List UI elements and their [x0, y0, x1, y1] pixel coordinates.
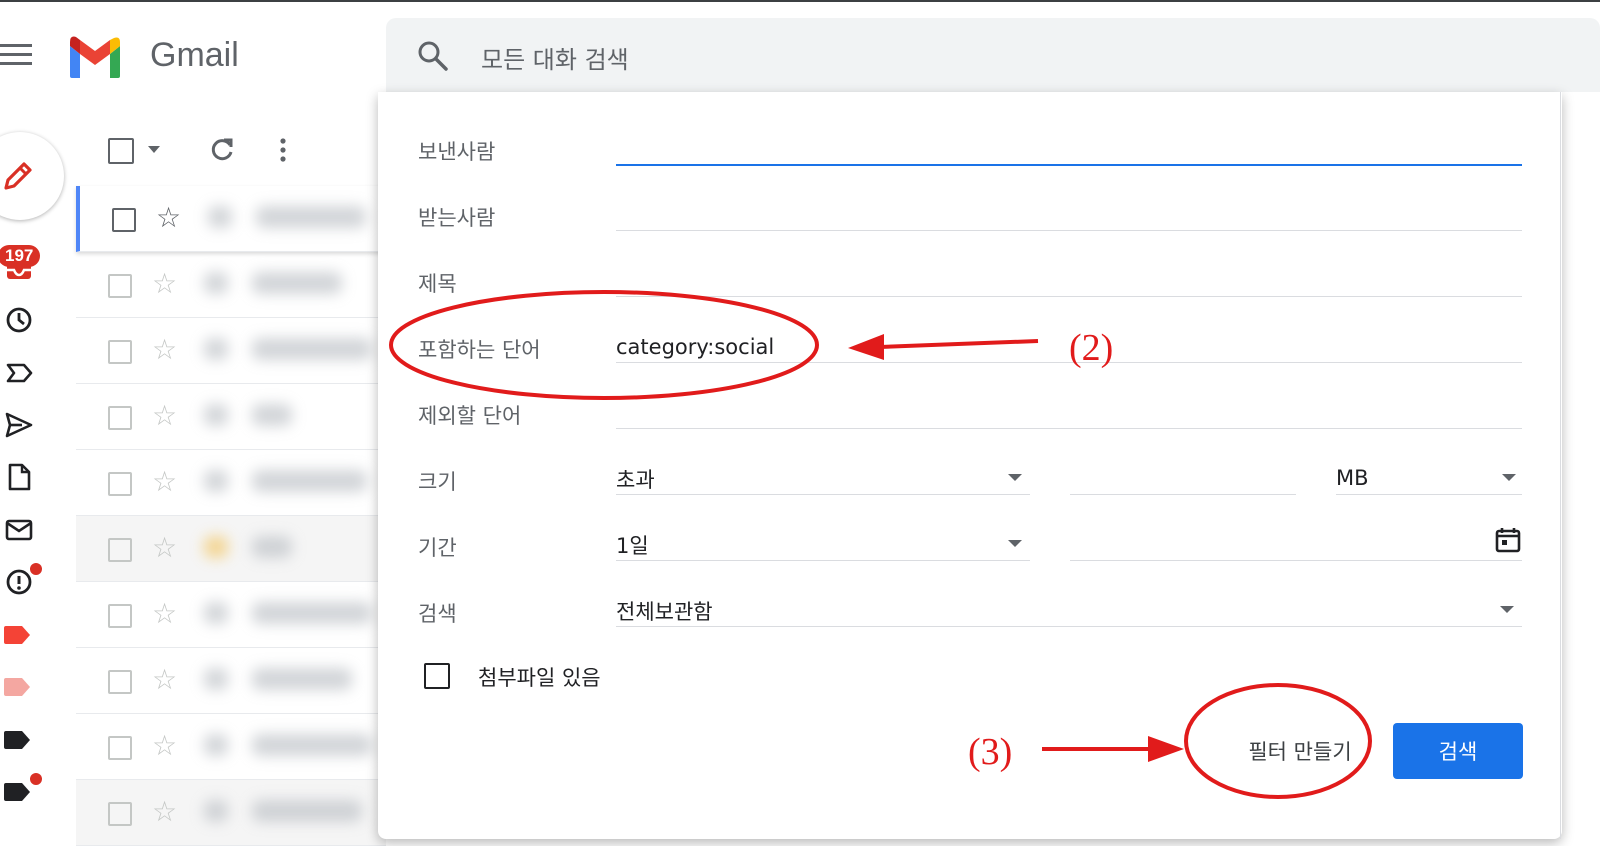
star-icon[interactable]: ☆ [152, 798, 177, 826]
star-icon[interactable]: ☆ [152, 336, 177, 364]
date-range-select[interactable]: 1일 [616, 520, 1030, 561]
main-menu-icon[interactable] [0, 44, 32, 66]
star-icon[interactable]: ☆ [152, 600, 177, 628]
star-icon[interactable]: ☆ [152, 402, 177, 430]
inbox-unread-badge: 197 [0, 245, 41, 267]
email-row[interactable]: ☆ [76, 252, 386, 318]
row-checkbox[interactable] [108, 538, 132, 562]
to-label: 받는사람 [418, 206, 496, 230]
size-operator-select[interactable]: 초과 [616, 454, 1030, 495]
from-field[interactable] [616, 124, 1522, 166]
size-label: 크기 [418, 470, 457, 494]
row-checkbox[interactable] [108, 736, 132, 760]
date-label: 기간 [418, 536, 457, 560]
date-value-field[interactable] [1070, 520, 1522, 561]
row-checkbox[interactable] [108, 340, 132, 364]
has-attachment-label[interactable]: 첨부파일 있음 [478, 662, 601, 692]
search-in-label: 검색 [418, 602, 457, 626]
app-name: Gmail [150, 36, 239, 74]
doesnt-have-label: 제외할 단어 [418, 404, 522, 428]
search-icon[interactable] [417, 40, 449, 72]
label-dark-2-icon[interactable] [4, 783, 30, 801]
chevron-down-icon [1500, 606, 1514, 613]
row-checkbox[interactable] [108, 406, 132, 430]
spam-notification-dot [30, 563, 42, 575]
star-icon[interactable]: ☆ [152, 666, 177, 694]
select-all-checkbox[interactable] [108, 138, 134, 164]
search-input[interactable]: 모든 대화 검색 [481, 40, 629, 75]
subject-label: 제목 [418, 272, 457, 296]
from-label: 보낸사람 [418, 140, 496, 164]
gmail-logo-icon[interactable] [66, 34, 124, 80]
email-row[interactable]: ☆ [76, 384, 386, 450]
email-list: ☆ ☆ ☆ ☆ ☆ ☆ ☆ ☆ ☆ ☆ [76, 186, 390, 846]
row-checkbox[interactable] [108, 472, 132, 496]
compose-button[interactable] [0, 132, 64, 220]
chevron-down-icon [1008, 474, 1022, 481]
window-top-border [0, 0, 1600, 2]
advanced-search-panel: 보낸사람 받는사람 제목 포함하는 단어 category:social 제외할… [378, 92, 1562, 839]
search-button[interactable]: 검색 [1393, 723, 1523, 779]
star-icon[interactable]: ☆ [156, 204, 181, 232]
email-row[interactable]: ☆ [76, 714, 386, 780]
row-checkbox[interactable] [112, 208, 136, 232]
email-row[interactable]: ☆ [76, 582, 386, 648]
refresh-icon[interactable] [208, 136, 236, 164]
has-attachment-checkbox[interactable] [424, 663, 450, 689]
sent-icon[interactable] [4, 410, 34, 440]
spam-icon[interactable] [4, 567, 34, 597]
drafts-icon[interactable] [4, 462, 34, 492]
email-row[interactable]: ☆ [76, 186, 390, 252]
size-unit-select[interactable]: MB [1336, 454, 1522, 495]
has-words-label: 포함하는 단어 [418, 338, 541, 362]
all-mail-icon[interactable] [4, 515, 34, 545]
row-checkbox[interactable] [108, 670, 132, 694]
email-row[interactable]: ☆ [76, 780, 386, 846]
star-icon[interactable]: ☆ [152, 270, 177, 298]
chevron-down-icon [1502, 474, 1516, 481]
star-icon[interactable]: ☆ [152, 468, 177, 496]
label-pink-icon[interactable] [4, 678, 30, 696]
calendar-icon[interactable] [1494, 526, 1522, 554]
select-dropdown-icon[interactable] [148, 146, 160, 153]
search-in-select[interactable]: 전체보관함 [616, 586, 1522, 627]
email-row[interactable]: ☆ [76, 450, 386, 516]
email-row[interactable]: ☆ [76, 318, 386, 384]
annotation-step-2: (2) [1069, 327, 1114, 369]
row-checkbox[interactable] [108, 274, 132, 298]
annotation-step-3: (3) [968, 731, 1013, 773]
subject-field[interactable] [616, 256, 1522, 297]
doesnt-have-field[interactable] [616, 388, 1522, 429]
row-checkbox[interactable] [108, 802, 132, 826]
size-value-field[interactable] [1070, 454, 1296, 495]
label-notification-dot [30, 773, 42, 785]
email-row[interactable]: ☆ [76, 516, 386, 582]
chevron-down-icon [1008, 540, 1022, 547]
important-icon[interactable] [4, 358, 34, 388]
more-options-icon[interactable] [276, 136, 290, 164]
label-dark-icon[interactable] [4, 731, 30, 749]
row-checkbox[interactable] [108, 604, 132, 628]
snoozed-clock-icon[interactable] [4, 305, 34, 335]
email-row[interactable]: ☆ [76, 648, 386, 714]
to-field[interactable] [616, 190, 1522, 231]
create-filter-button[interactable]: 필터 만들기 [1230, 727, 1370, 775]
label-red-icon[interactable] [4, 626, 30, 644]
star-icon[interactable]: ☆ [152, 534, 177, 562]
star-icon[interactable]: ☆ [152, 732, 177, 760]
scrollbar-track[interactable] [1560, 92, 1561, 839]
